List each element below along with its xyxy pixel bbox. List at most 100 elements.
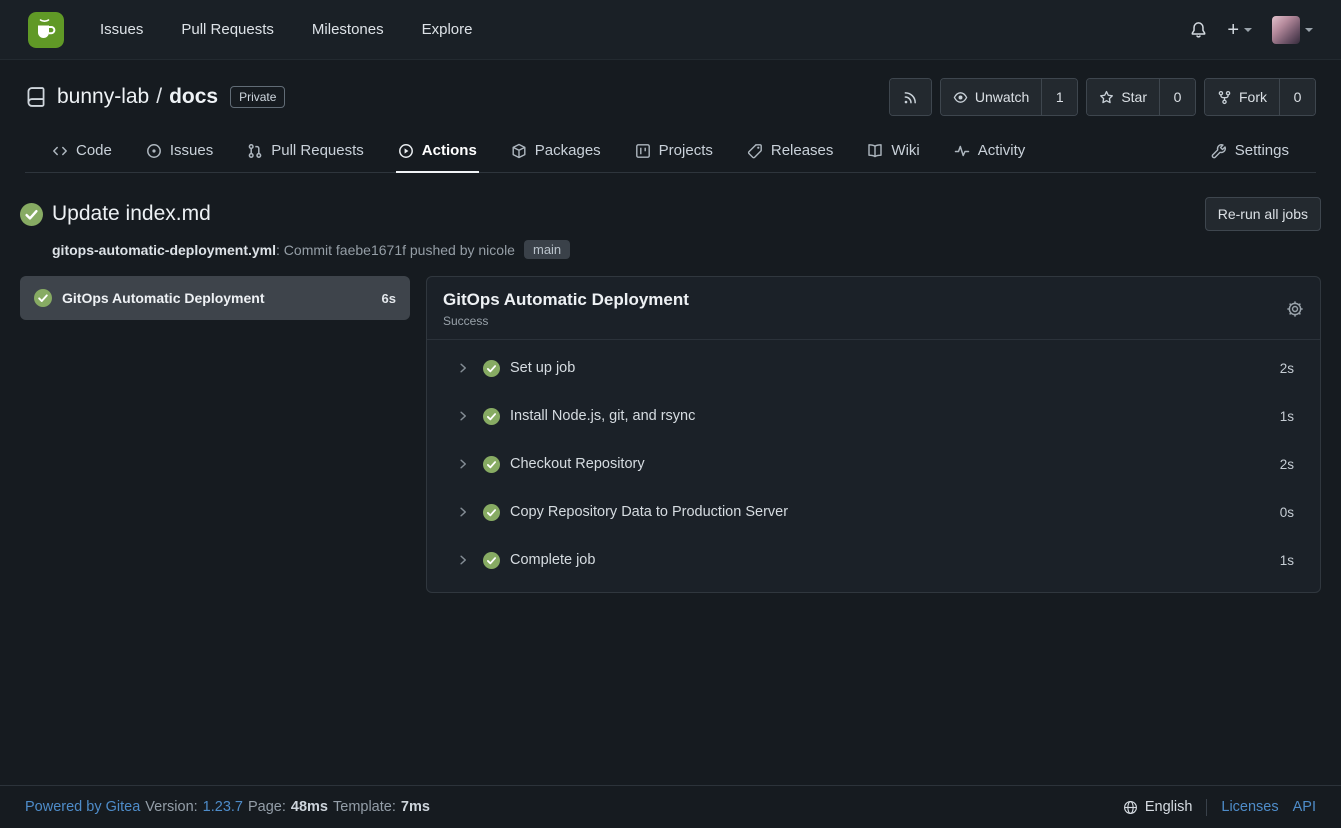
api-link[interactable]: API bbox=[1293, 799, 1316, 815]
version-link[interactable]: 1.23.7 bbox=[203, 799, 243, 815]
nav-item-issues[interactable]: Issues bbox=[100, 21, 143, 38]
watch-group: Unwatch 1 bbox=[940, 78, 1078, 116]
page-time-value: 48ms bbox=[291, 799, 328, 815]
job-detail-title: GitOps Automatic Deployment bbox=[443, 290, 689, 310]
step-duration: 1s bbox=[1280, 553, 1294, 568]
tab-label: Pull Requests bbox=[271, 142, 364, 159]
repo-name-link[interactable]: docs bbox=[169, 85, 218, 108]
nav-item-milestones[interactable]: Milestones bbox=[312, 21, 384, 38]
rerun-all-jobs-button[interactable]: Re-run all jobs bbox=[1205, 197, 1321, 231]
code-icon bbox=[52, 143, 68, 159]
tab-releases[interactable]: Releases bbox=[745, 130, 836, 172]
check-circle-icon bbox=[483, 504, 500, 521]
run-content: GitOps Automatic Deployment 6s GitOps Au… bbox=[20, 276, 1321, 593]
step-row[interactable]: Checkout Repository 2s bbox=[427, 440, 1320, 488]
run-status-check-icon bbox=[20, 203, 43, 226]
fork-label: Fork bbox=[1239, 89, 1267, 105]
step-row[interactable]: Install Node.js, git, and rsync 1s bbox=[427, 392, 1320, 440]
step-row[interactable]: Set up job 2s bbox=[427, 344, 1320, 392]
gear-icon[interactable] bbox=[1286, 300, 1304, 318]
star-button[interactable]: Star bbox=[1087, 79, 1159, 115]
star-label: Star bbox=[1121, 89, 1147, 105]
chevron-right-icon bbox=[457, 362, 469, 374]
wrench-icon bbox=[1211, 143, 1227, 159]
branch-badge[interactable]: main bbox=[524, 240, 570, 259]
step-duration: 1s bbox=[1280, 409, 1294, 424]
language-label: English bbox=[1145, 799, 1193, 815]
tab-label: Releases bbox=[771, 142, 834, 159]
repo-icon bbox=[25, 86, 47, 108]
language-selector[interactable]: English bbox=[1123, 799, 1193, 815]
step-row[interactable]: Copy Repository Data to Production Serve… bbox=[427, 488, 1320, 536]
check-circle-icon bbox=[483, 456, 500, 473]
issue-icon bbox=[146, 143, 162, 159]
step-row[interactable]: Complete job 1s bbox=[427, 536, 1320, 584]
job-name: GitOps Automatic Deployment bbox=[62, 290, 265, 306]
watchers-count[interactable]: 1 bbox=[1041, 79, 1077, 115]
user-menu[interactable] bbox=[1272, 16, 1313, 44]
create-new-menu[interactable]: + bbox=[1227, 20, 1252, 40]
visibility-badge: Private bbox=[230, 86, 285, 108]
pulse-icon bbox=[954, 143, 970, 159]
tab-label: Settings bbox=[1235, 142, 1289, 159]
step-duration: 2s bbox=[1280, 361, 1294, 376]
tab-packages[interactable]: Packages bbox=[509, 130, 603, 172]
tab-code[interactable]: Code bbox=[50, 130, 114, 172]
licenses-link[interactable]: Licenses bbox=[1221, 799, 1278, 815]
top-navbar: Issues Pull Requests Milestones Explore … bbox=[0, 0, 1341, 60]
step-list: Set up job 2s Install Node.js, git, and … bbox=[427, 340, 1320, 592]
step-name: Set up job bbox=[510, 360, 575, 376]
chevron-right-icon bbox=[457, 554, 469, 566]
fork-icon bbox=[1217, 90, 1232, 105]
tag-icon bbox=[747, 143, 763, 159]
job-detail-panel: GitOps Automatic Deployment Success Set … bbox=[426, 276, 1321, 593]
fork-button[interactable]: Fork bbox=[1205, 79, 1279, 115]
nav-item-explore[interactable]: Explore bbox=[422, 21, 473, 38]
template-time-label: Template: bbox=[333, 799, 396, 815]
package-icon bbox=[511, 143, 527, 159]
caret-down-icon bbox=[1305, 28, 1313, 36]
check-circle-icon bbox=[483, 408, 500, 425]
bell-icon[interactable] bbox=[1190, 21, 1207, 38]
tab-activity[interactable]: Activity bbox=[952, 130, 1028, 172]
gitea-logo[interactable] bbox=[28, 12, 64, 48]
tab-label: Issues bbox=[170, 142, 213, 159]
tab-settings[interactable]: Settings bbox=[1209, 130, 1291, 172]
template-time-value: 7ms bbox=[401, 799, 430, 815]
tab-actions[interactable]: Actions bbox=[396, 130, 479, 172]
repo-owner-link[interactable]: bunny-lab bbox=[57, 85, 149, 108]
version-label: Version: bbox=[145, 799, 197, 815]
tab-pull-requests[interactable]: Pull Requests bbox=[245, 130, 366, 172]
forks-count[interactable]: 0 bbox=[1279, 79, 1315, 115]
author-name[interactable]: nicole bbox=[478, 242, 515, 258]
chevron-right-icon bbox=[457, 410, 469, 422]
caret-down-icon bbox=[1244, 28, 1252, 36]
job-item-selected[interactable]: GitOps Automatic Deployment 6s bbox=[20, 276, 410, 320]
check-circle-icon bbox=[483, 360, 500, 377]
star-icon bbox=[1099, 90, 1114, 105]
gitea-actions-page: Issues Pull Requests Milestones Explore … bbox=[0, 0, 1341, 828]
stars-count[interactable]: 0 bbox=[1159, 79, 1195, 115]
globe-icon bbox=[1123, 800, 1138, 815]
pull-request-icon bbox=[247, 143, 263, 159]
job-list: GitOps Automatic Deployment 6s bbox=[20, 276, 410, 320]
rss-button[interactable] bbox=[890, 79, 931, 115]
project-icon bbox=[635, 143, 651, 159]
nav-item-pull-requests[interactable]: Pull Requests bbox=[181, 21, 274, 38]
plus-icon: + bbox=[1227, 20, 1239, 40]
commit-hash[interactable]: faebe1671f bbox=[336, 242, 406, 258]
chevron-right-icon bbox=[457, 506, 469, 518]
job-status-text: Success bbox=[443, 314, 689, 328]
tab-label: Wiki bbox=[891, 142, 919, 159]
repo-actions: Unwatch 1 Star 0 bbox=[889, 78, 1316, 116]
tab-issues[interactable]: Issues bbox=[144, 130, 215, 172]
tab-label: Packages bbox=[535, 142, 601, 159]
powered-by-link[interactable]: Powered by Gitea bbox=[25, 799, 140, 815]
tab-wiki[interactable]: Wiki bbox=[865, 130, 921, 172]
play-circle-icon bbox=[398, 143, 414, 159]
footer-info: Powered by Gitea Version: 1.23.7 Page: 4… bbox=[25, 799, 430, 815]
tab-projects[interactable]: Projects bbox=[633, 130, 715, 172]
workflow-file-link[interactable]: gitops-automatic-deployment.yml bbox=[52, 242, 276, 258]
book-icon bbox=[867, 143, 883, 159]
unwatch-button[interactable]: Unwatch bbox=[941, 79, 1041, 115]
